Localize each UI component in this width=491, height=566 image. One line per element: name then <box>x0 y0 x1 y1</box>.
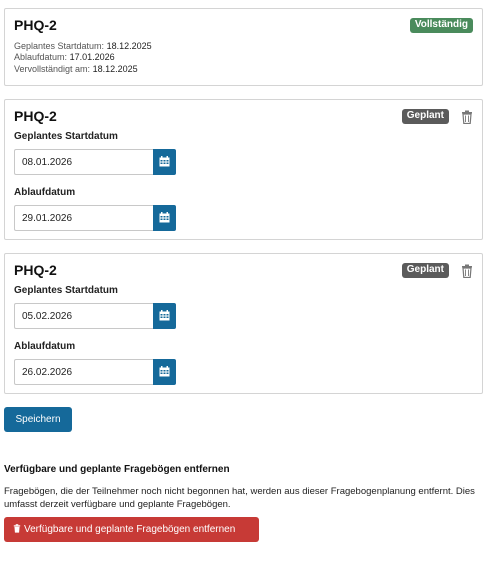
expiry-date-label: Ablaufdatum <box>14 187 76 198</box>
start-date-input[interactable] <box>14 149 154 175</box>
completed-value: 18.12.2025 <box>92 64 138 74</box>
planned-start-label: Geplantes Startdatum: <box>14 41 105 51</box>
start-date-label: Geplantes Startdatum <box>14 285 118 296</box>
calendar-button[interactable] <box>153 303 176 329</box>
calendar-button[interactable] <box>153 205 176 231</box>
expiry-date-label: Ablaufdatum <box>14 341 76 352</box>
save-button[interactable]: Speichern <box>4 407 72 432</box>
calendar-icon <box>159 310 170 321</box>
questionnaire-card-planned: PHQ-2 Geplant Geplantes Startdatum Ablau… <box>4 99 483 240</box>
planned-start-value: 18.12.2025 <box>106 41 152 51</box>
status-badge: Vollständig <box>409 18 473 33</box>
expiry-row: Ablaufdatum: 17.01.2026 <box>14 52 115 63</box>
start-date-label: Geplantes Startdatum <box>14 131 118 142</box>
expiry-date-input[interactable] <box>14 205 154 231</box>
expiry-date-picker <box>14 205 176 231</box>
status-badge: Geplant <box>401 263 449 278</box>
calendar-icon <box>159 156 170 167</box>
trash-icon <box>13 524 21 533</box>
expiry-date-input[interactable] <box>14 359 154 385</box>
calendar-button[interactable] <box>153 359 176 385</box>
expiry-label: Ablaufdatum: <box>14 52 68 62</box>
questionnaire-card-planned: PHQ-2 Geplant Geplantes Startdatum Ablau… <box>4 253 483 394</box>
planned-start-row: Geplantes Startdatum: 18.12.2025 <box>14 41 152 52</box>
expiry-date-picker <box>14 359 176 385</box>
start-date-picker <box>14 149 176 175</box>
remove-section-heading: Verfügbare und geplante Fragebögen entfe… <box>4 464 230 475</box>
card-title: PHQ-2 <box>14 262 57 278</box>
card-title: PHQ-2 <box>14 17 57 33</box>
expiry-value: 17.01.2026 <box>69 52 115 62</box>
remove-section-description: Fragebögen, die der Teilnehmer noch nich… <box>4 486 475 510</box>
status-badge: Geplant <box>401 109 449 124</box>
card-title: PHQ-2 <box>14 108 57 124</box>
remove-questionnaires-button[interactable]: Verfügbare und geplante Fragebögen entfe… <box>4 517 259 542</box>
trash-icon[interactable] <box>461 264 473 278</box>
remove-questionnaires-label: Verfügbare und geplante Fragebögen entfe… <box>24 524 236 535</box>
trash-icon[interactable] <box>461 110 473 124</box>
calendar-button[interactable] <box>153 149 176 175</box>
questionnaire-card-completed: PHQ-2 Vollständig Geplantes Startdatum: … <box>4 8 483 86</box>
calendar-icon <box>159 366 170 377</box>
start-date-picker <box>14 303 176 329</box>
calendar-icon <box>159 212 170 223</box>
completed-label: Vervollständigt am: <box>14 64 91 74</box>
completed-row: Vervollständigt am: 18.12.2025 <box>14 64 138 75</box>
start-date-input[interactable] <box>14 303 154 329</box>
